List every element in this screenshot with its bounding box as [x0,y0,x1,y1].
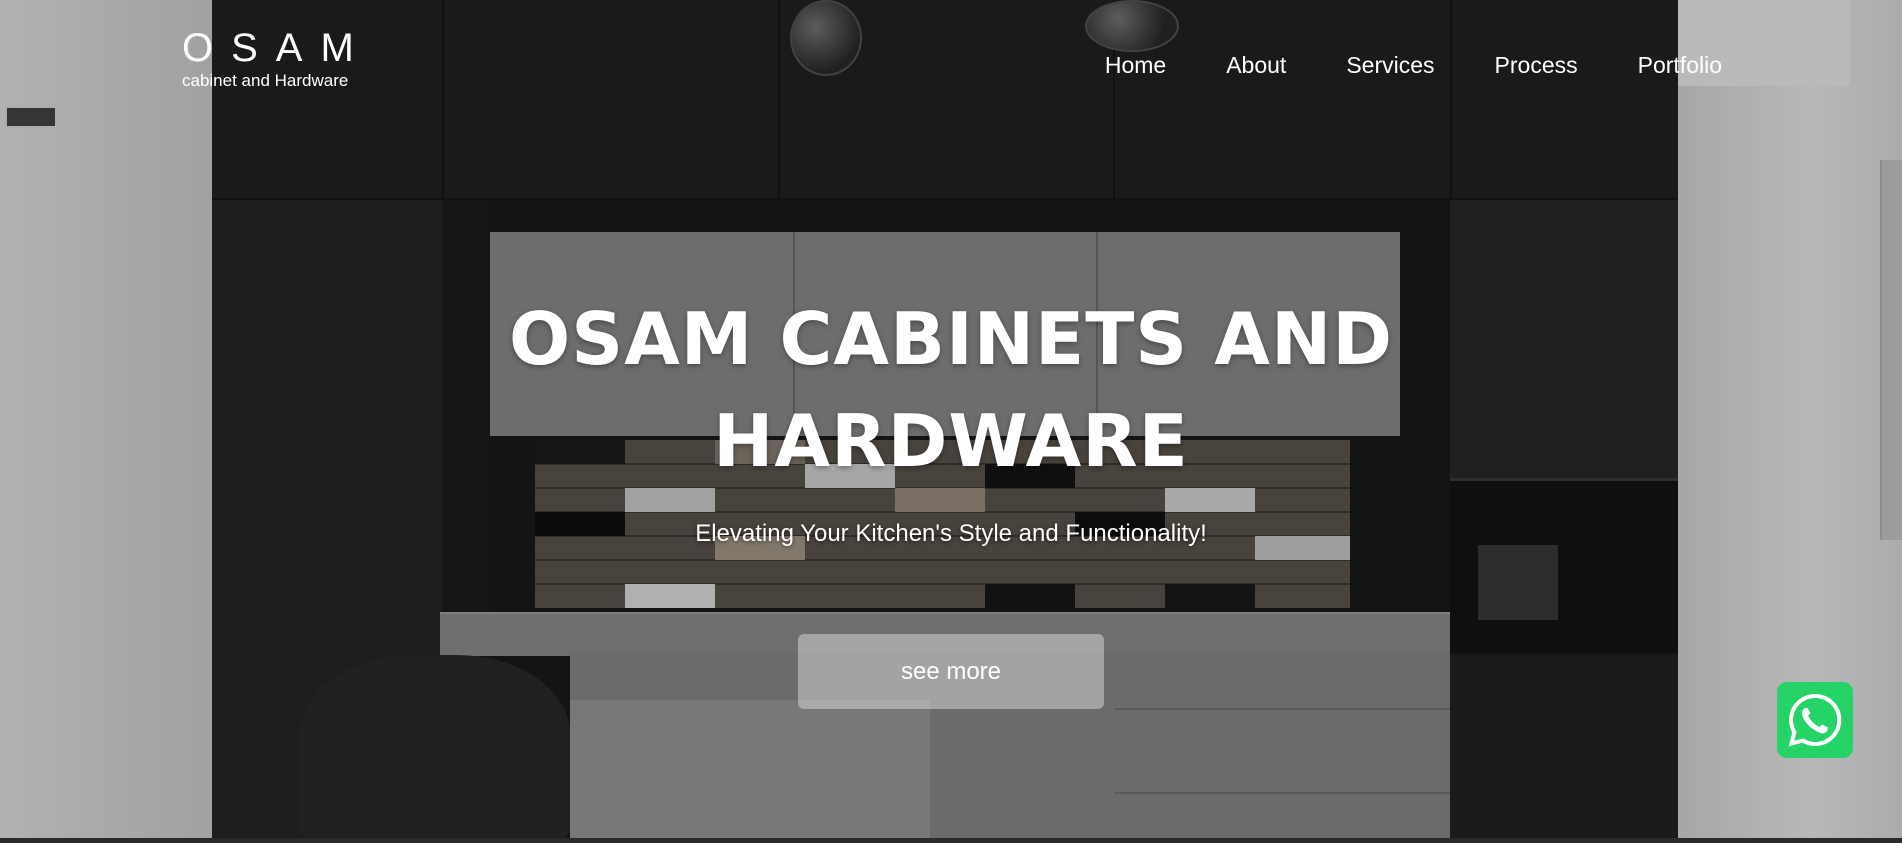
nav-link-about[interactable]: About [1226,52,1286,79]
hero-title: OSAM CABINETS AND HARDWARE [0,288,1902,492]
see-more-button[interactable]: see more [798,634,1104,709]
nav-link-process[interactable]: Process [1495,52,1578,79]
hero-bottom-edge [0,838,1902,843]
whatsapp-button[interactable] [1777,682,1853,758]
nav-link-services[interactable]: Services [1346,52,1434,79]
hero-title-line-2: HARDWARE [713,399,1189,483]
nav-link-portfolio[interactable]: Portfolio [1638,52,1722,79]
hero-subtitle: Elevating Your Kitchen's Style and Funct… [695,520,1207,547]
main-nav: Home About Services Process Portfolio [1105,52,1722,79]
site-logo[interactable]: OSAM cabinet and Hardware [182,26,372,91]
nav-link-home[interactable]: Home [1105,52,1166,79]
hero-title-line-1: OSAM CABINETS AND [509,297,1393,381]
whatsapp-icon [1788,693,1842,747]
logo-wordmark: OSAM [182,26,372,70]
logo-subtitle: cabinet and Hardware [182,71,349,90]
